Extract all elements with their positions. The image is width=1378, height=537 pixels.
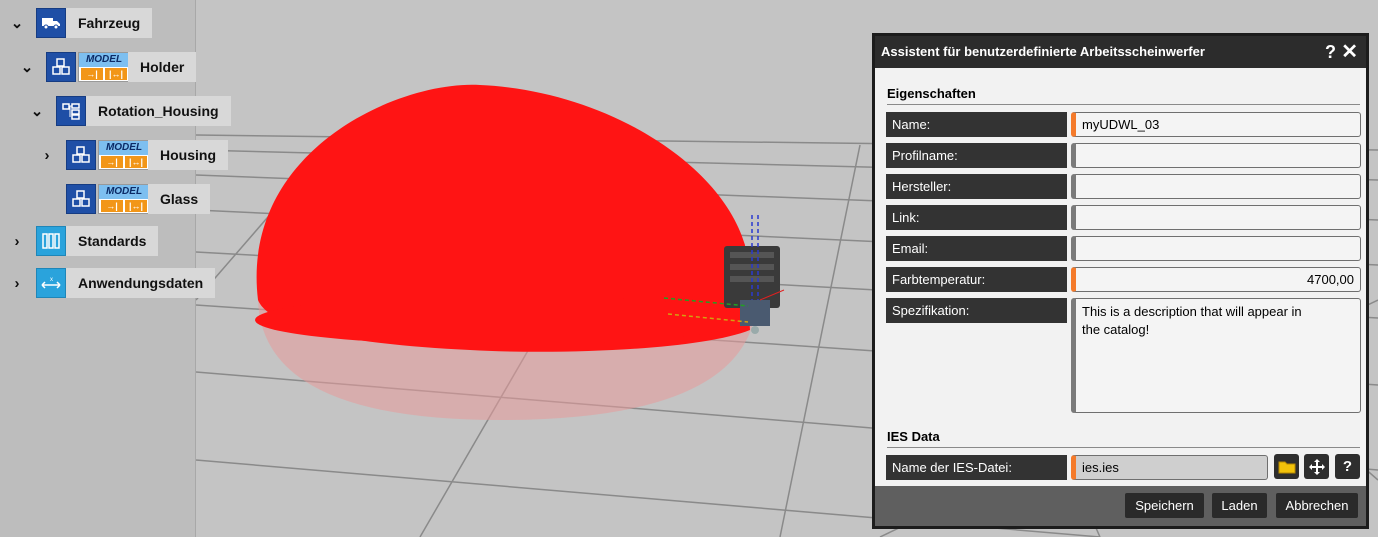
tree-item-anwendungsdaten[interactable]: Anwendungsdaten [66, 268, 216, 298]
model-badge-label: MODEL [79, 53, 129, 67]
email-label: Email: [886, 236, 1067, 261]
specification-label: Spezifikation: [886, 298, 1067, 323]
binders-icon [36, 226, 66, 256]
email-field[interactable] [1071, 236, 1361, 261]
folder-icon [1278, 461, 1295, 473]
chevron-right-icon[interactable]: › [9, 233, 25, 250]
specification-textarea[interactable]: This is a description that will appear i… [1071, 298, 1361, 413]
move-arrows-icon [1308, 458, 1325, 475]
model-cubes-icon [46, 52, 76, 82]
ies-file-label: Name der IES-Datei: [886, 455, 1067, 480]
name-field[interactable]: myUDWL_03 [1071, 112, 1361, 137]
link-label: Link: [886, 205, 1067, 230]
save-button[interactable]: Speichern [1125, 493, 1204, 518]
load-button[interactable]: Laden [1212, 493, 1267, 518]
model-badge: MODEL →| |↔| [98, 140, 150, 170]
section-ies-data: IES Data [887, 429, 1360, 448]
model-badge: MODEL →| |↔| [98, 184, 150, 214]
cancel-button[interactable]: Abbrechen [1276, 493, 1358, 518]
model-cubes-icon [66, 140, 96, 170]
section-properties: Eigenschaften [887, 86, 1360, 105]
tree-item-holder[interactable]: Holder [128, 52, 197, 82]
chevron-right-icon[interactable]: › [9, 275, 25, 292]
chevron-down-icon[interactable]: ⌄ [29, 102, 45, 120]
tree-item-rotation-housing[interactable]: Rotation_Housing [86, 96, 231, 126]
profile-name-label: Profilname: [886, 143, 1067, 168]
tree-item-housing[interactable]: Housing [148, 140, 228, 170]
profile-name-field[interactable] [1071, 143, 1361, 168]
tree-item-glass[interactable]: Glass [148, 184, 211, 214]
chevron-down-icon[interactable]: ⌄ [9, 14, 25, 32]
tree-item-standards[interactable]: Standards [66, 226, 159, 256]
move-button[interactable] [1304, 454, 1329, 479]
tree-item-fahrzeug[interactable]: Fahrzeug [66, 8, 153, 38]
truck-icon [36, 8, 66, 38]
chevron-down-icon[interactable]: ⌄ [19, 58, 35, 76]
model-badge-label: MODEL [99, 141, 149, 155]
model-cubes-icon [66, 184, 96, 214]
color-temperature-label: Farbtemperatur: [886, 267, 1067, 292]
help-icon[interactable]: ? [1325, 36, 1336, 68]
help-button[interactable]: ? [1335, 454, 1360, 479]
ies-file-field[interactable]: ies.ies [1071, 455, 1268, 480]
axis-arrows-icon: x [36, 268, 66, 298]
name-label: Name: [886, 112, 1067, 137]
link-field[interactable] [1071, 205, 1361, 230]
folder-open-button[interactable] [1274, 454, 1299, 479]
color-temperature-field[interactable]: 4700,00 [1071, 267, 1361, 292]
workinglight-assistant-dialog: Assistent für benutzerdefinierte Arbeits… [872, 33, 1369, 529]
close-icon[interactable]: ✕ [1341, 36, 1358, 68]
model-badge: MODEL →| |↔| [78, 52, 130, 82]
dialog-footer: Speichern Laden Abbrechen [875, 486, 1366, 526]
chevron-right-icon[interactable]: › [39, 147, 55, 164]
manufacturer-label: Hersteller: [886, 174, 1067, 199]
dialog-title: Assistent für benutzerdefinierte Arbeits… [881, 44, 1205, 59]
hierarchy-icon [56, 96, 86, 126]
manufacturer-field[interactable] [1071, 174, 1361, 199]
svg-text:x: x [50, 277, 53, 283]
model-badge-label: MODEL [99, 185, 149, 199]
dialog-titlebar[interactable]: Assistent für benutzerdefinierte Arbeits… [875, 36, 1366, 68]
